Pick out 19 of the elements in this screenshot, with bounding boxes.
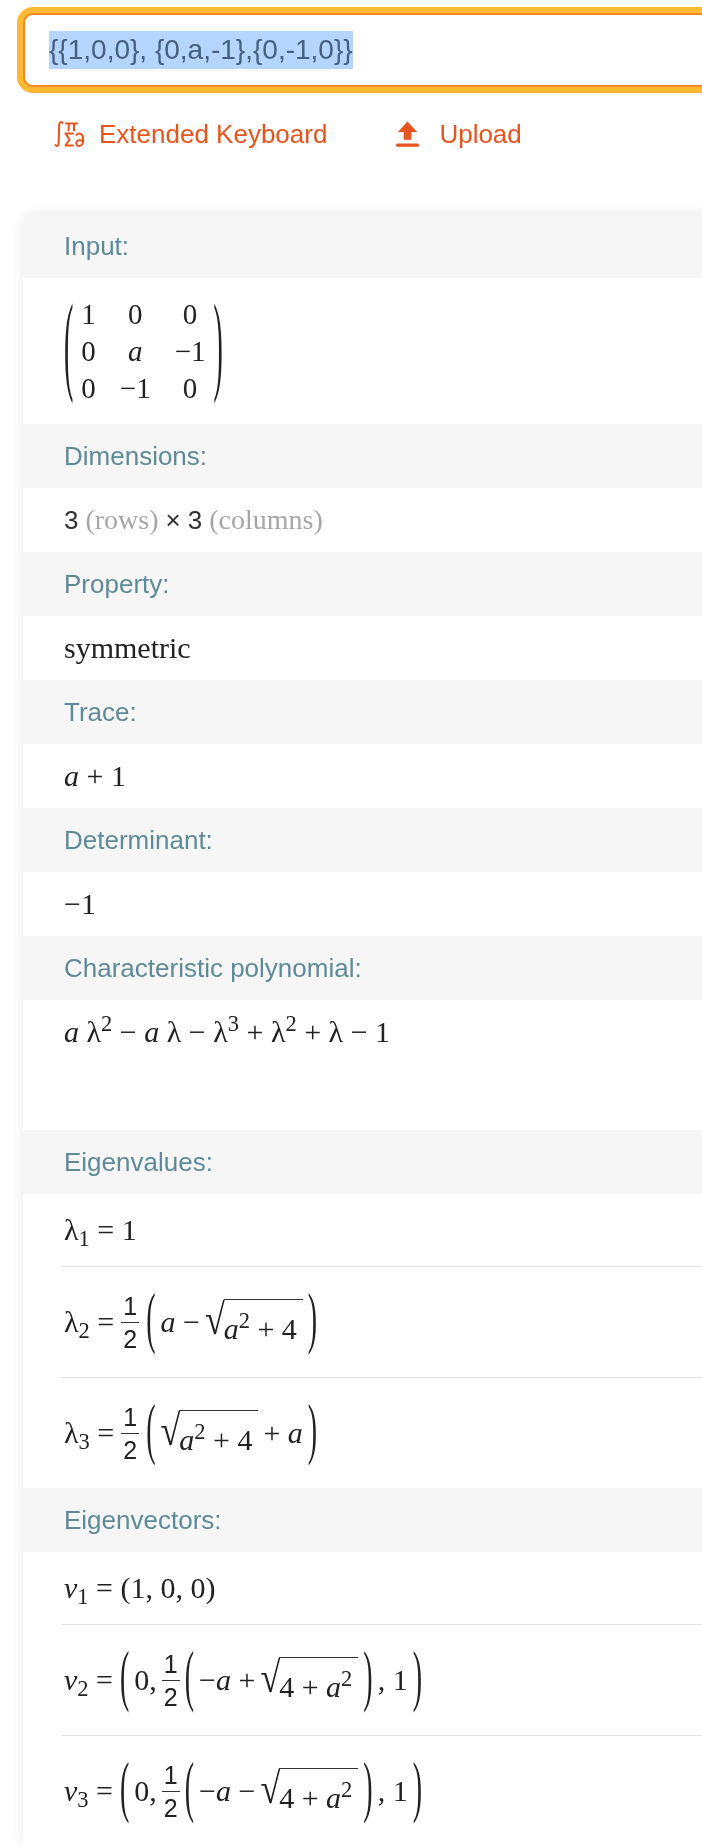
eigenvalue-formula: λ$_{1}$ = 1 bbox=[64, 1212, 137, 1248]
extended-keyboard-link[interactable]: Extended Keyboard bbox=[54, 117, 328, 151]
upload-icon bbox=[395, 120, 421, 148]
upload-link[interactable]: Upload bbox=[395, 117, 522, 151]
determinant-value: −1 bbox=[64, 886, 96, 922]
property-text: symmetric bbox=[64, 630, 191, 666]
section-label: Characteristic polynomial: bbox=[64, 953, 362, 983]
section-label: Trace: bbox=[64, 697, 137, 727]
dimensions-text: 3 (rows) × 3 (columns) bbox=[64, 503, 323, 537]
math-symbols-icon bbox=[54, 120, 86, 148]
polynomial-formula: a λ$^{2}$ − a λ − λ$^{3}$ + λ$^{2}$ + λ − 1 bbox=[64, 1014, 391, 1050]
section-label: Eigenvalues: bbox=[64, 1147, 213, 1177]
section-label: Input: bbox=[64, 231, 130, 261]
section-label: Eigenvectors: bbox=[64, 1505, 222, 1535]
eigenvector-formula: v$_{1}$ = (1, 0, 0) bbox=[64, 1570, 216, 1606]
section-label: Dimensions: bbox=[64, 441, 208, 471]
section-label: Determinant: bbox=[64, 825, 213, 855]
section-label: Property: bbox=[64, 569, 170, 599]
trace-formula: a + 1 bbox=[64, 758, 126, 794]
